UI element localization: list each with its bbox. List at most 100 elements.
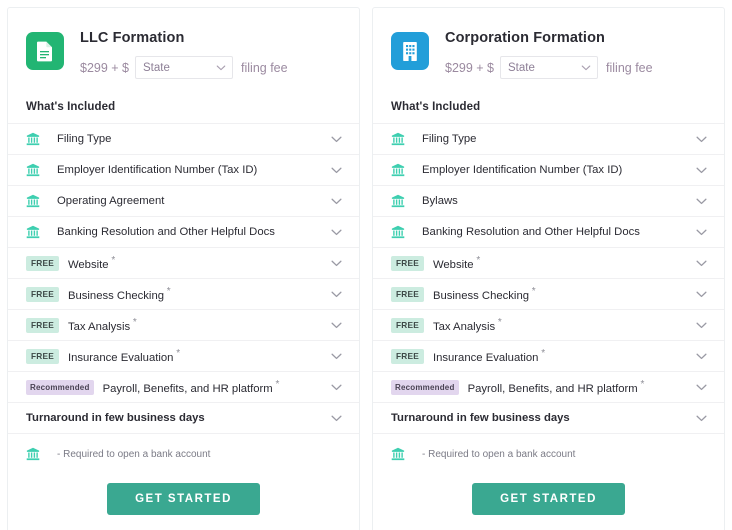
free-badge: FREE [26,255,59,271]
feature-row[interactable]: Filing Type [8,124,359,155]
page-root: LLC Formation $299 + $ State filing fee What… [0,0,732,530]
feature-label: Banking Resolution and Other Helpful Doc… [413,226,692,238]
free-badge: FREE [391,348,424,364]
feature-label: Tax Analysis * [59,317,327,333]
badge-wrapper: FREE [26,286,59,302]
badge-wrapper: FREE [391,348,424,364]
feature-row[interactable]: Employer Identification Number (Tax ID) [8,155,359,186]
price-suffix: filing fee [241,60,288,75]
expand-chevron-icon[interactable] [692,291,710,298]
feature-row[interactable]: Turnaround in few business days [373,403,724,434]
free-badge: FREE [26,286,59,302]
expand-chevron-icon[interactable] [327,136,345,143]
badge-wrapper: Recommended [26,379,94,395]
feature-label-text: Payroll, Benefits, and HR platform [467,382,638,395]
feature-row[interactable]: FREE Tax Analysis * [8,310,359,341]
expand-chevron-icon[interactable] [692,198,710,205]
expand-chevron-icon[interactable] [327,167,345,174]
feature-label: Payroll, Benefits, and HR platform * [94,379,327,395]
bank-icon [391,447,413,461]
feature-label-text: Business Checking [67,289,165,302]
expand-chevron-icon[interactable] [692,260,710,267]
card-title: Corporation Formation [445,30,605,46]
cta-container: GET STARTED [8,461,359,530]
bank-icon [391,163,413,177]
feature-row[interactable]: FREE Tax Analysis * [373,310,724,341]
feature-label: Turnaround in few business days [26,412,327,424]
required-asterisk-icon: * [538,348,546,360]
feature-row[interactable]: FREE Business Checking * [373,279,724,310]
feature-label-text: Bylaws [422,195,458,207]
card-title: LLC Formation [80,30,185,46]
badge-wrapper: FREE [391,286,424,302]
feature-label: Operating Agreement [48,195,327,207]
expand-chevron-icon[interactable] [692,229,710,236]
expand-chevron-icon[interactable] [327,384,345,391]
expand-chevron-icon[interactable] [692,415,710,422]
feature-label-text: Payroll, Benefits, and HR platform [102,382,273,395]
document-icon [26,32,64,70]
feature-row[interactable]: Employer Identification Number (Tax ID) [373,155,724,186]
feature-row[interactable]: Banking Resolution and Other Helpful Doc… [373,217,724,248]
bank-icon [391,194,413,208]
feature-row[interactable]: Banking Resolution and Other Helpful Doc… [8,217,359,248]
feature-label: Bylaws [413,195,692,207]
feature-label: Business Checking * [424,286,692,302]
badge-wrapper: FREE [26,317,59,333]
feature-label-text: Filing Type [422,133,477,145]
expand-chevron-icon[interactable] [327,229,345,236]
card-header-text: LLC Formation $299 + $ State filing fee [64,29,341,79]
price-row: $299 + $ State filing fee [80,56,341,79]
required-asterisk-icon: * [272,379,280,391]
feature-row[interactable]: Filing Type [373,124,724,155]
feature-label-text: Operating Agreement [57,195,165,207]
expand-chevron-icon[interactable] [692,136,710,143]
pricing-card: LLC Formation $299 + $ State filing fee What… [7,7,360,530]
expand-chevron-icon[interactable] [327,260,345,267]
feature-row[interactable]: Turnaround in few business days [8,403,359,434]
bank-icon [391,132,413,146]
get-started-button[interactable]: GET STARTED [472,483,625,515]
bank-icon [26,447,48,461]
feature-row[interactable]: FREE Website * [373,248,724,279]
state-select-value: State [143,61,170,74]
feature-row[interactable]: Bylaws [373,186,724,217]
feature-row[interactable]: FREE Website * [8,248,359,279]
feature-label-text: Insurance Evaluation [67,351,174,364]
feature-row[interactable]: Operating Agreement [8,186,359,217]
expand-chevron-icon[interactable] [692,322,710,329]
state-select[interactable]: State [500,56,599,79]
expand-chevron-icon[interactable] [692,167,710,174]
card-header: Corporation Formation $299 + $ State filing… [373,8,724,79]
required-asterisk-icon: * [130,317,137,329]
expand-chevron-icon[interactable] [692,353,710,360]
required-asterisk-icon: * [495,317,502,329]
feature-row[interactable]: FREE Insurance Evaluation * [8,341,359,372]
expand-chevron-icon[interactable] [327,198,345,205]
feature-label-text: Employer Identification Number (Tax ID) [422,164,623,176]
price-prefix: $299 + $ [80,60,130,75]
recommended-badge: Recommended [391,379,459,395]
feature-row[interactable]: FREE Business Checking * [8,279,359,310]
feature-label: Filing Type [48,133,327,145]
required-asterisk-icon: * [164,286,171,298]
state-select[interactable]: State [135,56,234,79]
feature-label: Employer Identification Number (Tax ID) [413,164,692,176]
feature-row[interactable]: Recommended Payroll, Benefits, and HR pla… [373,372,724,403]
get-started-button[interactable]: GET STARTED [107,483,260,515]
building-icon [391,32,429,70]
feature-row[interactable]: Recommended Payroll, Benefits, and HR pla… [8,372,359,403]
expand-chevron-icon[interactable] [327,353,345,360]
required-asterisk-icon: * [173,348,181,360]
feature-label-text: Website [67,258,109,271]
feature-label-text: Banking Resolution and Other Helpful Doc… [422,226,640,238]
expand-chevron-icon[interactable] [692,384,710,391]
bank-icon [26,225,48,239]
expand-chevron-icon[interactable] [327,415,345,422]
feature-label-text: Tax Analysis [67,320,131,333]
expand-chevron-icon[interactable] [327,322,345,329]
free-badge: FREE [26,317,59,333]
feature-row[interactable]: FREE Insurance Evaluation * [373,341,724,372]
expand-chevron-icon[interactable] [327,291,345,298]
feature-label: Business Checking * [59,286,327,302]
